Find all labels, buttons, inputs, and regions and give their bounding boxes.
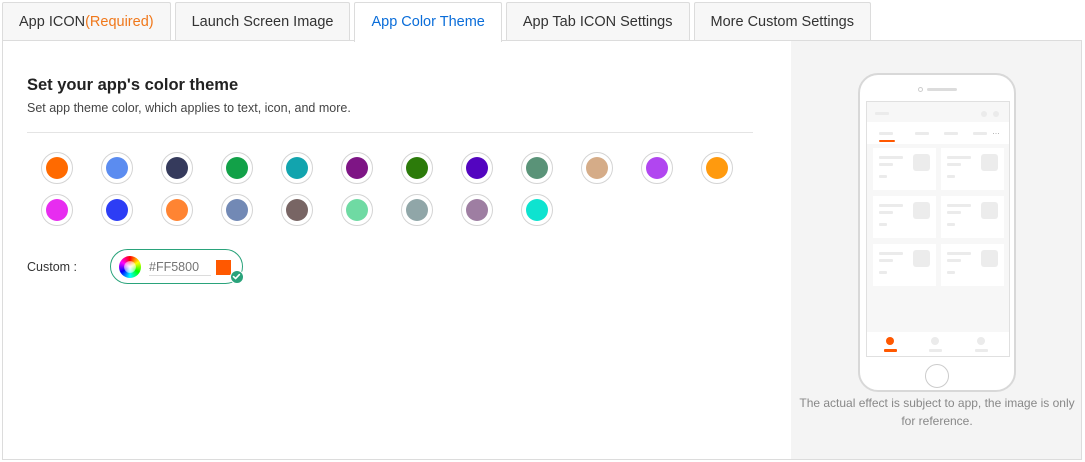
color-swatch-dot — [166, 199, 188, 221]
tab-launch-screen-label: Launch Screen Image — [191, 14, 334, 30]
phone-screen: … — [866, 101, 1010, 357]
color-swatch-dot — [526, 157, 548, 179]
content-panel: Set your app's color theme Set app theme… — [2, 40, 1082, 460]
tab-app-tab-icon-settings[interactable]: App Tab ICON Settings — [505, 2, 690, 41]
tab-bar: App ICON(Required) Launch Screen Image A… — [2, 2, 875, 42]
settings-area: Set your app's color theme Set app theme… — [3, 41, 791, 459]
color-swatch-dot — [226, 199, 248, 221]
color-swatch[interactable] — [221, 152, 253, 184]
color-swatch[interactable] — [461, 152, 493, 184]
color-swatch-dot — [706, 157, 728, 179]
color-swatch[interactable] — [521, 152, 553, 184]
color-swatch[interactable] — [281, 194, 313, 226]
color-swatch-dot — [346, 199, 368, 221]
phone-preview: … — [858, 73, 1016, 392]
color-swatch[interactable] — [281, 152, 313, 184]
color-swatch-dot — [346, 157, 368, 179]
color-swatch-dot — [646, 157, 668, 179]
color-swatch-dot — [166, 157, 188, 179]
tab-more-custom-settings[interactable]: More Custom Settings — [693, 2, 871, 41]
color-wheel-icon[interactable] — [119, 256, 141, 278]
custom-label: Custom : — [27, 260, 78, 274]
color-swatch-dot — [586, 157, 608, 179]
color-swatch[interactable] — [41, 152, 73, 184]
color-swatch[interactable] — [461, 194, 493, 226]
tab-color-theme-label: App Color Theme — [371, 14, 485, 30]
color-swatch-dot — [46, 199, 68, 221]
color-swatch[interactable] — [161, 194, 193, 226]
home-button — [925, 364, 949, 388]
check-icon — [230, 270, 244, 284]
camera-dot — [918, 87, 923, 92]
color-swatch-dot — [466, 199, 488, 221]
custom-color-picker[interactable] — [110, 249, 244, 284]
color-swatch-dot — [106, 157, 128, 179]
color-swatch[interactable] — [641, 152, 673, 184]
color-swatch[interactable] — [341, 152, 373, 184]
tab-app-icon[interactable]: App ICON(Required) — [2, 2, 171, 41]
tab-more-custom-label: More Custom Settings — [710, 14, 854, 30]
section-title: Set your app's color theme — [27, 76, 239, 94]
color-swatch[interactable] — [41, 194, 73, 226]
color-swatch[interactable] — [581, 152, 613, 184]
tab-app-icon-label: App ICON — [19, 14, 86, 30]
hex-color-input[interactable] — [149, 258, 211, 276]
color-swatch-dot — [526, 199, 548, 221]
preview-area: … The actual effect is subject to app, t… — [791, 41, 1081, 459]
color-swatch-dot — [226, 157, 248, 179]
preview-caption: The actual effect is subject to app, the… — [799, 396, 1075, 428]
color-swatch[interactable] — [401, 194, 433, 226]
custom-color-preview — [216, 260, 231, 275]
tab-tab-icon-label: App Tab ICON Settings — [522, 14, 673, 30]
color-swatch[interactable] — [101, 152, 133, 184]
section-subtitle: Set app theme color, which applies to te… — [27, 101, 351, 115]
color-swatch-dot — [46, 157, 68, 179]
required-marker: (Required) — [85, 14, 154, 30]
color-swatch[interactable] — [101, 194, 133, 226]
color-swatch[interactable] — [401, 152, 433, 184]
divider — [27, 132, 753, 133]
tab-app-color-theme[interactable]: App Color Theme — [354, 2, 502, 42]
color-swatch[interactable] — [701, 152, 733, 184]
tab-launch-screen-image[interactable]: Launch Screen Image — [174, 2, 351, 41]
speaker-bar — [927, 88, 957, 91]
color-swatch-dot — [406, 157, 428, 179]
color-swatch[interactable] — [161, 152, 193, 184]
color-swatch-dot — [106, 199, 128, 221]
color-swatch-dot — [286, 199, 308, 221]
color-swatch-dot — [406, 199, 428, 221]
color-swatch[interactable] — [341, 194, 373, 226]
color-swatch[interactable] — [221, 194, 253, 226]
color-swatch-dot — [286, 157, 308, 179]
color-swatch-dot — [466, 157, 488, 179]
color-swatch[interactable] — [521, 194, 553, 226]
